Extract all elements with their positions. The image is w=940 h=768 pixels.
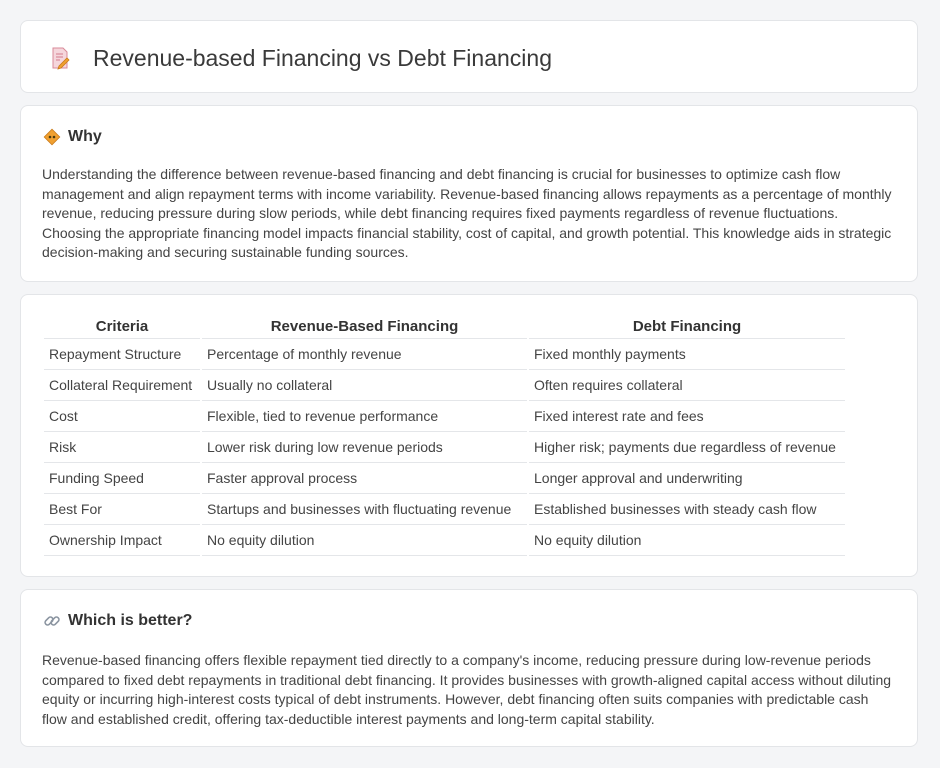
- revenue-based-cell: Usually no collateral: [202, 370, 527, 401]
- document-pencil-icon: [47, 45, 73, 71]
- title-row: Revenue-based Financing vs Debt Financin…: [47, 43, 552, 73]
- debt-cell: Longer approval and underwriting: [529, 463, 845, 494]
- header-revenue-based: Revenue-Based Financing: [202, 315, 527, 339]
- header-debt: Debt Financing: [529, 315, 845, 339]
- revenue-based-cell: Lower risk during low revenue periods: [202, 432, 527, 463]
- criteria-cell: Risk: [44, 432, 200, 463]
- comparison-card: Criteria Revenue-Based Financing Debt Fi…: [20, 294, 918, 577]
- criteria-cell: Collateral Requirement: [44, 370, 200, 401]
- debt-cell: Established businesses with steady cash …: [529, 494, 845, 525]
- which-better-heading: Which is better?: [43, 610, 192, 632]
- which-better-text: Revenue-based financing offers flexible …: [42, 652, 892, 727]
- page-title: Revenue-based Financing vs Debt Financin…: [93, 45, 552, 71]
- revenue-based-cell: Percentage of monthly revenue: [202, 339, 527, 370]
- debt-cell: Higher risk; payments due regardless of …: [529, 432, 845, 463]
- why-text: Understanding the difference between rev…: [42, 166, 892, 260]
- why-card: Why Understanding the difference between…: [20, 105, 918, 282]
- debt-cell: Fixed interest rate and fees: [529, 401, 845, 432]
- criteria-cell: Best For: [44, 494, 200, 525]
- table-row: Collateral Requirement Usually no collat…: [44, 370, 845, 401]
- criteria-cell: Funding Speed: [44, 463, 200, 494]
- why-title: Why: [68, 128, 102, 145]
- debt-cell: No equity dilution: [529, 525, 845, 556]
- criteria-cell: Cost: [44, 401, 200, 432]
- debt-cell: Often requires collateral: [529, 370, 845, 401]
- revenue-based-cell: Startups and businesses with fluctuating…: [202, 494, 527, 525]
- header-criteria: Criteria: [44, 315, 200, 339]
- table-row: Best For Startups and businesses with fl…: [44, 494, 845, 525]
- why-heading: Why: [43, 126, 102, 148]
- diamond-sign-icon: [43, 128, 61, 146]
- header-card: Revenue-based Financing vs Debt Financin…: [20, 20, 918, 93]
- revenue-based-cell: Faster approval process: [202, 463, 527, 494]
- revenue-based-cell: Flexible, tied to revenue performance: [202, 401, 527, 432]
- criteria-cell: Repayment Structure: [44, 339, 200, 370]
- which-better-card: Which is better? Revenue-based financing…: [20, 589, 918, 747]
- revenue-based-cell: No equity dilution: [202, 525, 527, 556]
- table-row: Funding Speed Faster approval process Lo…: [44, 463, 845, 494]
- table-row: Risk Lower risk during low revenue perio…: [44, 432, 845, 463]
- table-row: Cost Flexible, tied to revenue performan…: [44, 401, 845, 432]
- table-header-row: Criteria Revenue-Based Financing Debt Fi…: [44, 315, 845, 339]
- table-row: Repayment Structure Percentage of monthl…: [44, 339, 845, 370]
- link-icon: [43, 612, 61, 630]
- which-better-title: Which is better?: [68, 612, 193, 629]
- criteria-cell: Ownership Impact: [44, 525, 200, 556]
- comparison-table: Criteria Revenue-Based Financing Debt Fi…: [42, 315, 847, 556]
- table-row: Ownership Impact No equity dilution No e…: [44, 525, 845, 556]
- debt-cell: Fixed monthly payments: [529, 339, 845, 370]
